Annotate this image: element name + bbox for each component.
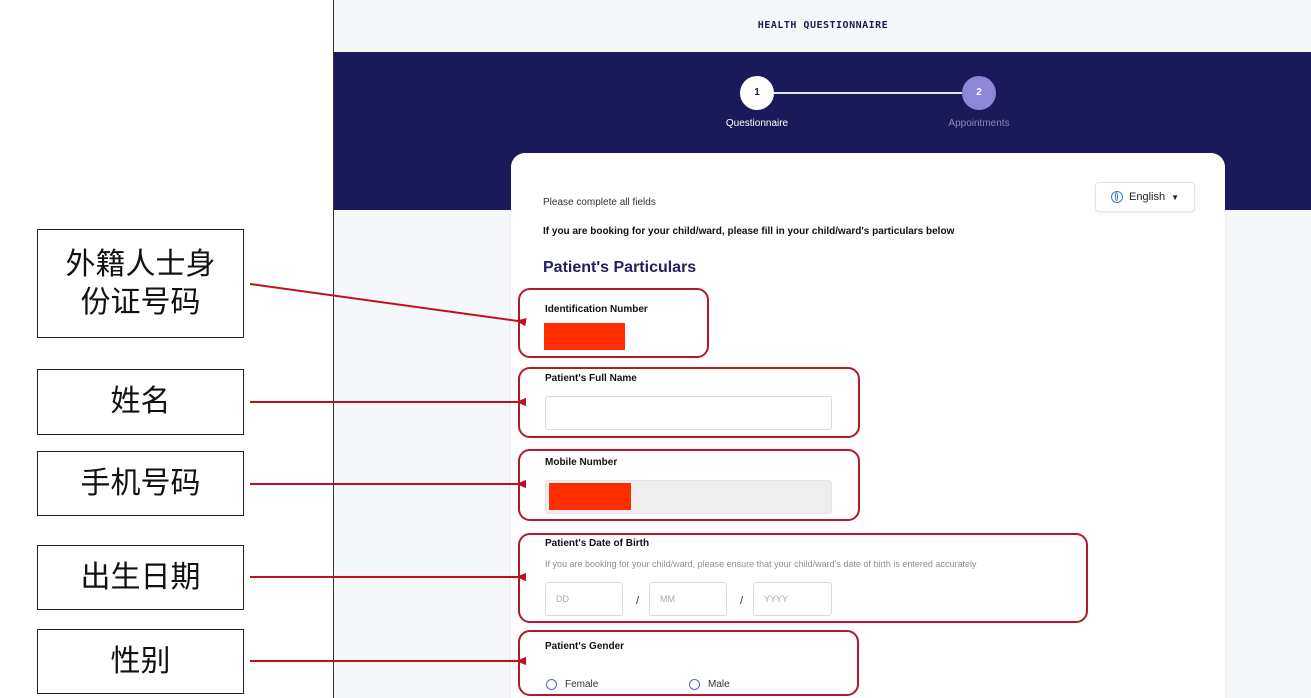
step-2-circle[interactable]: 2 <box>962 76 996 110</box>
step-1-circle[interactable]: 1 <box>740 76 774 110</box>
highlight-full-name <box>518 367 860 438</box>
annotation-dob: 出生日期 <box>37 545 244 610</box>
highlight-mobile <box>518 449 860 521</box>
language-select[interactable]: English ▼ <box>1095 182 1195 212</box>
annotation-name: 姓名 <box>37 369 244 435</box>
highlight-identification <box>518 288 709 358</box>
form-hint: Please complete all fields <box>543 197 656 208</box>
step-2-label: Appointments <box>948 118 1010 129</box>
caret-down-icon: ▼ <box>1171 192 1179 202</box>
annotation-mobile: 手机号码 <box>37 451 244 516</box>
annotation-identification: 外籍人士身 份证号码 <box>37 229 244 338</box>
highlight-dob <box>518 533 1088 623</box>
guardian-note: If you are booking for your child/ward, … <box>543 226 955 237</box>
globe-icon <box>1111 191 1123 203</box>
top-bar: HEALTH QUESTIONNAIRE <box>334 0 1311 52</box>
annotation-gender: 性别 <box>37 629 244 694</box>
step-1-label: Questionnaire <box>725 118 789 129</box>
page-title: HEALTH QUESTIONNAIRE <box>757 20 889 31</box>
stepper-connector <box>772 92 976 94</box>
highlight-gender <box>518 630 859 696</box>
section-title: Patient's Particulars <box>543 259 697 276</box>
language-value: English <box>1129 191 1166 203</box>
